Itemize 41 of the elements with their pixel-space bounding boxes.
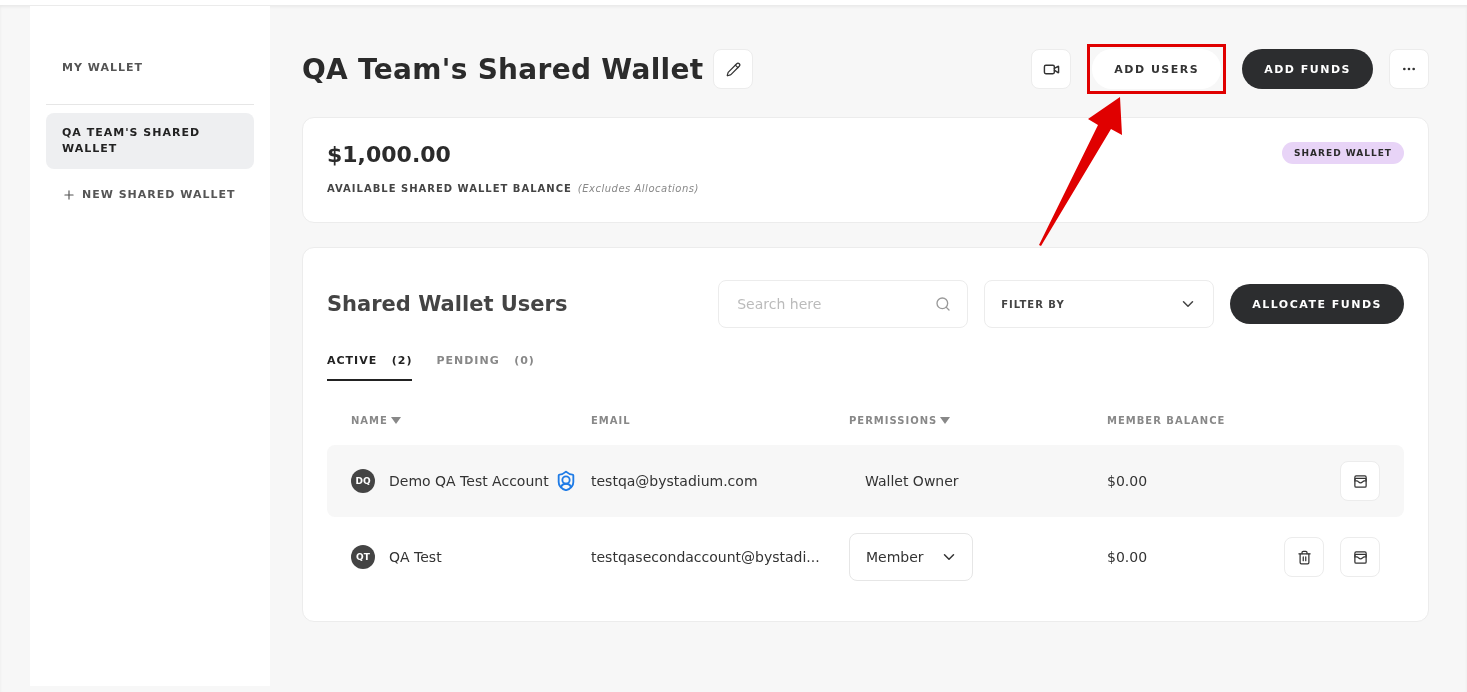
wallet-button[interactable]	[1340, 461, 1380, 501]
avatar: QT	[351, 545, 375, 569]
add-users-button[interactable]: ADD USERS	[1092, 49, 1222, 89]
plus-icon	[62, 188, 76, 202]
balance-label: AVAILABLE SHARED WALLET BALANCE	[327, 183, 572, 194]
user-name: QA Test	[389, 549, 442, 565]
video-button[interactable]	[1031, 49, 1072, 89]
sidebar-item[interactable]: MY WALLET	[46, 50, 254, 86]
avatar: DQ	[351, 469, 375, 493]
user-email: testqa@bystadium.com	[591, 473, 759, 489]
users-title: Shared Wallet Users	[327, 292, 569, 316]
wallet-title: QA Team's Shared Wallet	[302, 52, 704, 86]
wallet-badge: SHARED WALLET	[1282, 142, 1404, 164]
permission-text: Wallet Owner	[864, 473, 959, 489]
pencil-icon	[726, 61, 741, 77]
wallet-button[interactable]	[1340, 537, 1380, 577]
search-icon	[935, 296, 952, 312]
member-balance: $0.00	[1107, 549, 1148, 565]
column-header[interactable]: NAME	[351, 414, 591, 426]
wallet-icon	[1352, 473, 1368, 489]
balance-amount: $1,000.00	[327, 142, 452, 167]
user-name: Demo QA Test Account	[389, 473, 549, 489]
add-funds-button[interactable]: ADD FUNDS	[1242, 49, 1373, 89]
tab[interactable]: PENDING (0)	[436, 354, 535, 381]
sidebar-item[interactable]: QA TEAM'S SHARED WALLET	[46, 113, 254, 169]
trash-icon	[1296, 549, 1312, 565]
column-header: MEMBER BALANCE	[1107, 414, 1227, 426]
sidebar-item[interactable]: NEW SHARED WALLET	[46, 177, 254, 213]
wallet-icon	[1352, 549, 1368, 565]
permission-dropdown[interactable]: Member	[849, 533, 973, 581]
member-balance: $0.00	[1107, 473, 1148, 489]
column-header: EMAIL	[591, 414, 632, 426]
column-header[interactable]: PERMISSIONS	[849, 414, 1107, 426]
allocate-funds-button[interactable]: ALLOCATE FUNDS	[1230, 284, 1404, 324]
tab[interactable]: ACTIVE (2)	[327, 354, 413, 381]
user-email: testqasecondaccount@bystadi...	[591, 549, 821, 565]
edit-button[interactable]	[713, 49, 754, 89]
search-field[interactable]: Search here	[718, 280, 969, 328]
delete-button[interactable]	[1284, 537, 1324, 577]
balance-note: (Excludes Allocations)	[577, 183, 699, 194]
filter-dropdown[interactable]: FILTER BY	[984, 280, 1215, 328]
